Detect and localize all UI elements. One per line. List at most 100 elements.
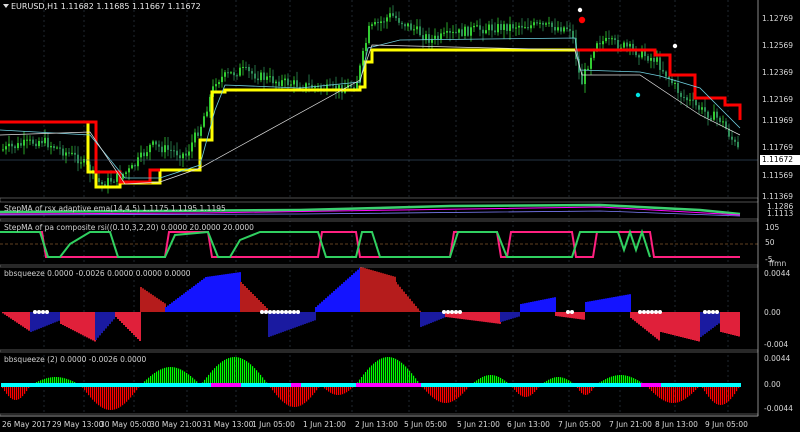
candle-body <box>530 25 532 29</box>
squeeze2-dot <box>433 383 436 387</box>
squeeze-bar <box>726 312 728 334</box>
candle-body <box>68 152 70 154</box>
candle-body <box>536 22 538 24</box>
squeeze2-dot <box>428 383 431 387</box>
candle-body <box>185 153 187 156</box>
squeeze2-dot <box>523 383 526 387</box>
squeeze-bar <box>370 269 372 312</box>
squeeze-bar <box>658 312 660 341</box>
squeeze-bar <box>125 312 127 327</box>
squeeze2-dot <box>286 383 289 387</box>
squeeze2-dot <box>623 383 626 387</box>
squeeze-dot <box>33 310 37 314</box>
current-price-label: 1.11672 <box>760 155 800 165</box>
squeeze-bar <box>627 294 629 312</box>
candle-body <box>284 78 286 81</box>
squeeze2-dot <box>533 383 536 387</box>
squeeze2-bar <box>184 371 186 385</box>
squeeze2-dot <box>408 383 411 387</box>
x-tick-label: 1 Jun 05:00 <box>252 420 295 429</box>
squeeze-bar <box>522 303 524 312</box>
candle-body <box>161 146 163 153</box>
squeeze-bar <box>593 300 595 312</box>
candle-body <box>677 83 679 93</box>
candle-body <box>413 29 415 31</box>
squeeze-bar <box>319 303 321 312</box>
candle-body <box>8 143 10 147</box>
squeeze-bar <box>345 280 347 312</box>
squeeze2-dot <box>128 383 131 387</box>
squeeze-bar <box>10 312 12 319</box>
squeeze-bar <box>250 292 252 312</box>
candle-body <box>479 25 481 30</box>
candle-body <box>458 29 460 33</box>
candle-body <box>611 38 613 40</box>
squeeze2-dot <box>608 383 611 387</box>
squeeze2-dot <box>23 383 26 387</box>
squeeze-bar <box>407 296 409 312</box>
squeeze2-dot <box>481 383 484 387</box>
panel-separator <box>0 349 759 353</box>
candle-body <box>428 34 430 43</box>
squeeze-dot <box>37 310 41 314</box>
candle-body <box>425 34 427 40</box>
squeeze2-bar <box>156 371 158 385</box>
squeeze-bar <box>722 312 724 333</box>
candle-body <box>38 140 40 147</box>
x-tick-label: 2 Jun 13:00 <box>355 420 398 429</box>
candle-body <box>665 71 667 77</box>
squeeze-bar <box>662 312 664 333</box>
squeeze2-dot <box>181 383 184 387</box>
squeeze-bar <box>335 289 337 312</box>
candle-body <box>245 66 247 68</box>
squeeze-bar <box>193 286 195 312</box>
trading-chart[interactable]: 1.12769 1.12569 1.12369 1.12169 1.11969 … <box>0 0 800 432</box>
squeeze2-dot <box>406 383 409 387</box>
squeeze2-dot <box>551 383 554 387</box>
candle-body <box>509 24 511 31</box>
squeeze-bar <box>274 312 276 335</box>
squeeze2-dot <box>451 383 454 387</box>
candle-body <box>17 143 19 149</box>
squeeze2-bar <box>252 366 254 385</box>
squeeze-bar <box>213 275 215 312</box>
candle-body <box>152 141 154 145</box>
candle-body <box>179 155 181 159</box>
squeeze-bar <box>384 273 386 312</box>
squeeze-bar <box>479 312 481 322</box>
candle-body <box>383 21 385 23</box>
squeeze2-bar <box>407 368 409 385</box>
squeeze-bar <box>413 303 415 312</box>
squeeze-bar <box>304 312 306 324</box>
squeeze-bar <box>424 312 426 326</box>
squeeze-bar <box>169 304 171 312</box>
candle-body <box>491 24 493 31</box>
squeeze-bar <box>500 312 502 322</box>
squeeze-bar <box>219 275 221 312</box>
candle-body <box>290 84 292 86</box>
squeeze2-dot <box>721 383 724 387</box>
squeeze-bar <box>154 296 156 312</box>
squeeze2-dot <box>308 383 311 387</box>
candle-body <box>710 117 712 120</box>
candle-body <box>527 27 529 29</box>
chart-menu-arrow-icon[interactable] <box>3 4 9 8</box>
ma-line <box>0 37 741 179</box>
squeeze2-dot <box>321 383 324 387</box>
candle-body <box>287 78 289 86</box>
squeeze-bar <box>495 312 497 324</box>
squeeze2-dot <box>488 383 491 387</box>
squeeze2-bar <box>12 385 14 400</box>
squeeze-bar <box>548 298 550 312</box>
candle-body <box>656 57 658 62</box>
candle-body <box>524 27 526 29</box>
candle-body <box>440 33 442 40</box>
candle-body <box>566 27 568 30</box>
squeeze2-dot <box>536 383 539 387</box>
squeeze2-dot <box>283 383 286 387</box>
squeeze-bar <box>217 275 219 312</box>
squeeze2-dot <box>141 383 144 387</box>
squeeze2-bar <box>456 385 458 399</box>
squeeze2-bar <box>397 359 399 385</box>
squeeze-bar <box>205 277 207 312</box>
